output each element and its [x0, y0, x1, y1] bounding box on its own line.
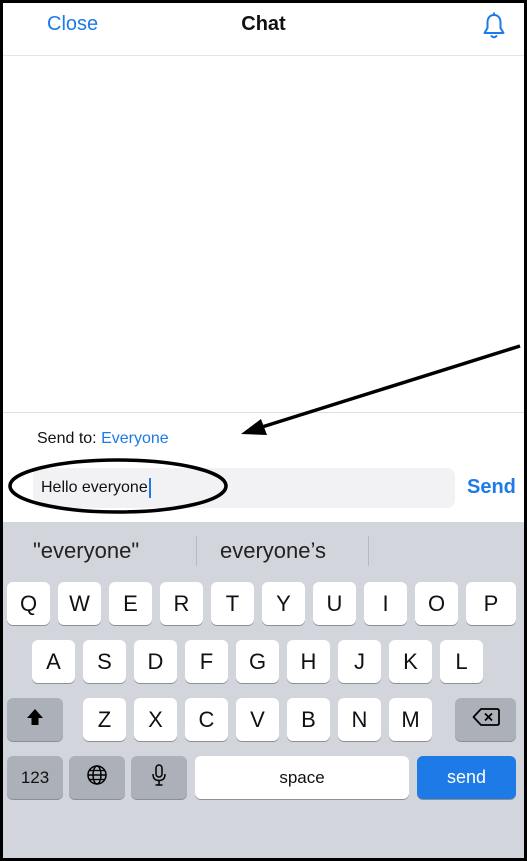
key-k[interactable]: K	[389, 640, 432, 683]
key-y[interactable]: Y	[262, 582, 305, 625]
space-key[interactable]: space	[195, 756, 409, 799]
globe-icon	[86, 764, 108, 792]
message-input-text: Hello everyone	[41, 479, 148, 496]
key-g[interactable]: G	[236, 640, 279, 683]
key-u[interactable]: U	[313, 582, 356, 625]
key-v[interactable]: V	[236, 698, 279, 741]
page-title: Chat	[241, 13, 286, 35]
key-m[interactable]: M	[389, 698, 432, 741]
numbers-key[interactable]: 123	[7, 756, 63, 799]
send-to-recipient[interactable]: Everyone	[101, 430, 169, 447]
shift-key[interactable]	[7, 698, 63, 741]
backspace-key[interactable]	[455, 698, 516, 741]
on-screen-keyboard: "everyone" everyone’s Q W E R T Y U I O …	[3, 522, 524, 858]
key-s[interactable]: S	[83, 640, 126, 683]
shift-icon	[25, 707, 45, 733]
key-p[interactable]: P	[466, 582, 516, 625]
key-o[interactable]: O	[415, 582, 458, 625]
microphone-icon	[151, 763, 167, 793]
key-r[interactable]: R	[160, 582, 203, 625]
chat-header: Close Chat	[3, 3, 524, 56]
suggestion-item[interactable]: everyone’s	[220, 538, 326, 564]
key-n[interactable]: N	[338, 698, 381, 741]
text-cursor	[148, 478, 151, 498]
key-x[interactable]: X	[134, 698, 177, 741]
chat-screen: Close Chat Send to: Everyone Hello every…	[0, 0, 527, 861]
globe-key[interactable]	[69, 756, 125, 799]
keyboard-suggestion-bar: "everyone" everyone’s	[3, 522, 524, 578]
suggestion-divider	[368, 536, 369, 566]
key-q[interactable]: Q	[7, 582, 50, 625]
key-a[interactable]: A	[32, 640, 75, 683]
key-i[interactable]: I	[364, 582, 407, 625]
key-b[interactable]: B	[287, 698, 330, 741]
key-t[interactable]: T	[211, 582, 254, 625]
bell-icon[interactable]	[481, 11, 507, 41]
suggestion-item[interactable]: "everyone"	[33, 538, 139, 564]
send-to-label: Send to:	[37, 430, 97, 447]
key-w[interactable]: W	[58, 582, 101, 625]
key-e[interactable]: E	[109, 582, 152, 625]
send-button[interactable]: Send	[467, 476, 516, 499]
dictation-key[interactable]	[131, 756, 187, 799]
keyboard-send-key[interactable]: send	[417, 756, 516, 799]
key-l[interactable]: L	[440, 640, 483, 683]
message-list	[3, 56, 524, 413]
key-f[interactable]: F	[185, 640, 228, 683]
key-j[interactable]: J	[338, 640, 381, 683]
key-d[interactable]: D	[134, 640, 177, 683]
message-input[interactable]: Hello everyone	[33, 468, 455, 508]
backspace-icon	[472, 707, 500, 733]
key-z[interactable]: Z	[83, 698, 126, 741]
key-c[interactable]: C	[185, 698, 228, 741]
suggestion-divider	[196, 536, 197, 566]
key-h[interactable]: H	[287, 640, 330, 683]
send-to-row: Send to: Everyone	[37, 430, 169, 448]
